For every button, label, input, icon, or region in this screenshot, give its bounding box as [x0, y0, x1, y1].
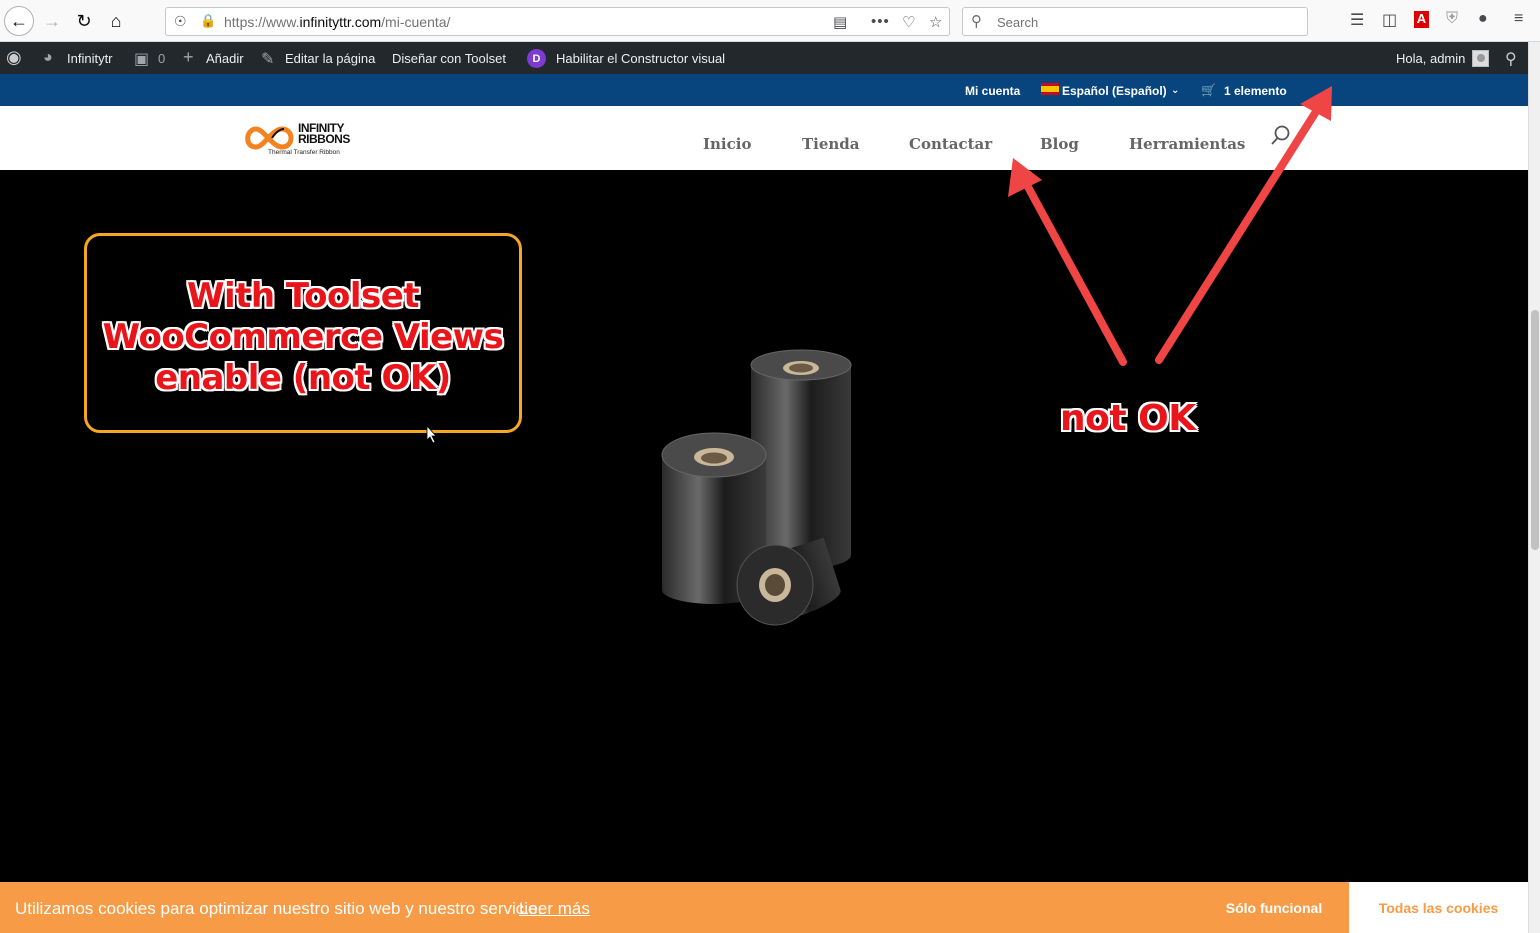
plus-icon[interactable]: + — [183, 47, 194, 68]
spain-flag-icon — [1041, 83, 1059, 95]
forward-arrow-icon[interactable]: → — [38, 7, 66, 35]
scrollbar-thumb[interactable] — [1531, 310, 1539, 550]
url-text[interactable]: https://www.infinityttr.com/mi-cuenta/ — [224, 14, 450, 30]
ribbon-rolls-image — [661, 349, 852, 626]
edit-page-link[interactable]: Editar la página — [285, 51, 375, 66]
pencil-icon[interactable]: ✎ — [261, 49, 274, 69]
logo-tagline: Thermal Transfer Ribbon — [268, 149, 340, 156]
visual-builder-link[interactable]: Habilitar el Constructor visual — [556, 51, 725, 66]
user-greeting[interactable]: Hola, admin — [1396, 51, 1465, 66]
home-icon[interactable]: ⌂ — [102, 7, 130, 35]
cart-link[interactable]: 1 elemento — [1224, 84, 1287, 98]
wp-admin-bar: ◉ ◕ Infinitytr ▣ 0 + Añadir ✎ Editar la … — [0, 42, 1528, 74]
not-ok-label: not OK — [1060, 398, 1196, 439]
all-cookies-button[interactable]: Todas las cookies — [1349, 882, 1528, 933]
annotation-line-2: WooCommerce Views — [102, 317, 504, 357]
cookie-read-more-link[interactable]: Leer más — [519, 899, 590, 919]
shield-extension-icon[interactable]: ⛨ — [1446, 10, 1458, 28]
my-account-link[interactable]: Mi cuenta — [965, 84, 1020, 98]
sidebar-icon[interactable]: ◫ — [1382, 10, 1397, 30]
cookie-banner: Utilizamos cookies para optimizar nuestr… — [0, 882, 1528, 933]
dashboard-icon[interactable]: ◕ — [43, 49, 53, 67]
menu-item-tienda[interactable]: Tienda — [802, 135, 860, 153]
tracking-shield-icon[interactable]: ☉ — [174, 13, 187, 30]
add-new-link[interactable]: Añadir — [206, 51, 244, 66]
chevron-down-icon[interactable]: ⌄ — [1171, 85, 1179, 96]
comments-icon[interactable]: ▣ — [134, 49, 149, 69]
site-header: INFINITY RIBBONS Thermal Transfer Ribbon… — [0, 106, 1528, 170]
library-icon[interactable]: ☰ — [1350, 10, 1364, 30]
lock-icon[interactable]: 🔒 — [200, 13, 216, 29]
bookmark-star-icon[interactable]: ☆ — [929, 13, 942, 31]
back-arrow-icon[interactable]: ← — [4, 6, 34, 36]
search-icon: ⚲ — [971, 13, 982, 30]
url-bar[interactable]: ☉ 🔒 https://www.infinityttr.com/mi-cuent… — [165, 7, 950, 36]
page-scrollbar[interactable] — [1528, 42, 1540, 933]
menu-item-inicio[interactable]: Inicio — [703, 135, 751, 153]
menu-item-blog[interactable]: Blog — [1040, 135, 1079, 153]
menu-item-herramientas[interactable]: Herramientas — [1129, 135, 1245, 153]
pocket-icon[interactable]: ♡ — [902, 13, 915, 31]
browser-search-input[interactable]: ⚲ Search — [962, 7, 1308, 36]
divi-icon[interactable]: D — [527, 49, 546, 68]
menu-icon[interactable]: ≡ — [1514, 10, 1523, 28]
reload-icon[interactable]: ↻ — [70, 7, 98, 35]
wordpress-logo-icon[interactable]: ◉ — [6, 47, 22, 68]
page-actions-icon[interactable]: ••• — [871, 13, 890, 30]
admin-search-icon[interactable]: ⚲ — [1505, 49, 1517, 69]
avatar[interactable] — [1472, 50, 1489, 67]
secondary-top-bar: Mi cuenta Español (Español) ⌄ 🛒 1 elemen… — [0, 74, 1528, 106]
cookie-message: Utilizamos cookies para optimizar nuestr… — [15, 899, 543, 918]
account-icon[interactable]: ● — [1478, 10, 1488, 28]
menu-item-contactar[interactable]: Contactar — [909, 135, 992, 153]
toolset-design-link[interactable]: Diseñar con Toolset — [392, 51, 506, 66]
acrobat-icon[interactable]: A — [1414, 11, 1429, 28]
site-name-link[interactable]: Infinitytr — [67, 51, 113, 66]
annotation-line-1: With Toolset — [186, 276, 420, 316]
annotation-line-3: enable (not OK) — [155, 358, 451, 398]
cart-icon[interactable]: 🛒 — [1201, 83, 1216, 97]
functional-only-button[interactable]: Sólo funcional — [1200, 882, 1348, 933]
logo-text[interactable]: INFINITY RIBBONS — [298, 122, 350, 145]
comments-count[interactable]: 0 — [158, 51, 165, 66]
reader-view-icon[interactable]: ▤ — [833, 13, 847, 31]
site-search-icon[interactable] — [1269, 124, 1291, 148]
browser-toolbar: ← → ↻ ⌂ ☉ 🔒 https://www.infinityttr.com/… — [0, 0, 1540, 42]
search-placeholder: Search — [997, 15, 1039, 30]
language-selector[interactable]: Español (Español) — [1062, 84, 1167, 98]
